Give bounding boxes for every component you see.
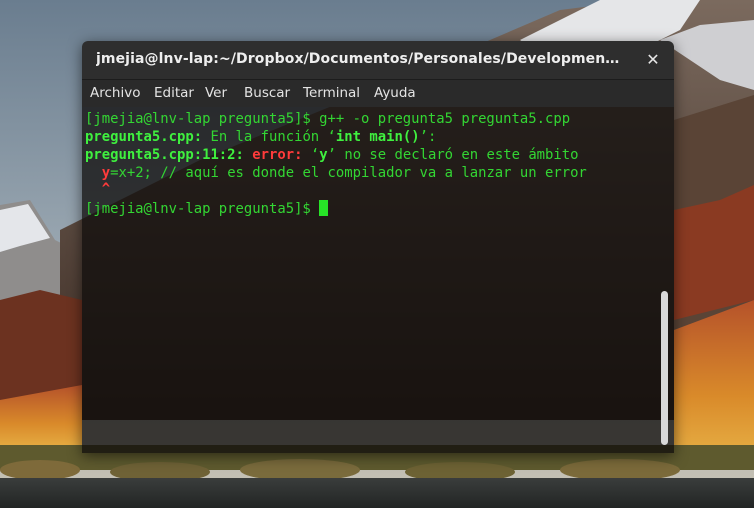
error-identifier: y [319,147,328,163]
quote-close: ’ [419,129,428,145]
menu-terminal[interactable]: Terminal [303,85,360,101]
window-title: jmejia@lnv-lap:~/Dropbox/Documentos/Pers… [96,51,624,67]
quote-open: ‘ [327,129,336,145]
terminal-line-function-note: pregunta5.cpp: En la función ‘int main()… [85,128,436,146]
compiler-text: En la función [202,129,328,145]
terminal-line-source: y=x+2; // aquí es donde el compilador va… [85,164,587,182]
error-caret: ^ [101,181,111,197]
source-highlight: y [101,165,111,181]
terminal-line-command: [jmejia@lnv-lap pregunta5]$ g++ -o pregu… [85,110,570,128]
terminal-window: jmejia@lnv-lap:~/Dropbox/Documentos/Pers… [82,41,674,453]
error-location: pregunta5.cpp:11:2: [85,147,244,163]
close-button[interactable]: ✕ [640,47,666,73]
terminal-line-caret: ^ [85,180,110,198]
menu-ver[interactable]: Ver [205,85,227,101]
error-message: no se declaró en este ámbito [335,147,579,163]
scrollbar-thumb[interactable] [661,291,668,445]
menu-editar[interactable]: Editar [154,85,194,101]
compiler-code: int main() [335,129,420,145]
error-label: error: [252,147,303,163]
compiler-file: pregunta5.cpp: [85,129,203,145]
title-bar[interactable]: jmejia@lnv-lap:~/Dropbox/Documentos/Pers… [82,41,674,80]
menu-ayuda[interactable]: Ayuda [374,85,416,101]
vertical-scrollbar[interactable] [661,107,668,453]
menu-bar: Archivo Editar Ver Buscar Terminal Ayuda [82,80,674,107]
menu-buscar[interactable]: Buscar [244,85,290,101]
text-cursor [319,200,329,216]
quote-open: ‘ [310,147,320,163]
shell-prompt: [jmejia@lnv-lap pregunta5]$ [85,201,311,217]
source-code: =x+2; // aquí es donde el compilador va … [110,165,587,181]
compiler-text-end: : [427,129,437,145]
terminal-line-error: pregunta5.cpp:11:2: error: ‘y’ no se dec… [85,146,579,164]
terminal-line-prompt: [jmejia@lnv-lap pregunta5]$ [85,200,329,218]
menu-archivo[interactable]: Archivo [90,85,140,101]
shell-command: g++ -o pregunta5 pregunta5.cpp [310,111,571,127]
quote-close: ’ [327,147,336,163]
shell-prompt: [jmejia@lnv-lap pregunta5]$ [85,111,311,127]
terminal-output[interactable]: [jmejia@lnv-lap pregunta5]$ g++ -o pregu… [82,107,674,453]
close-icon: ✕ [646,50,660,69]
